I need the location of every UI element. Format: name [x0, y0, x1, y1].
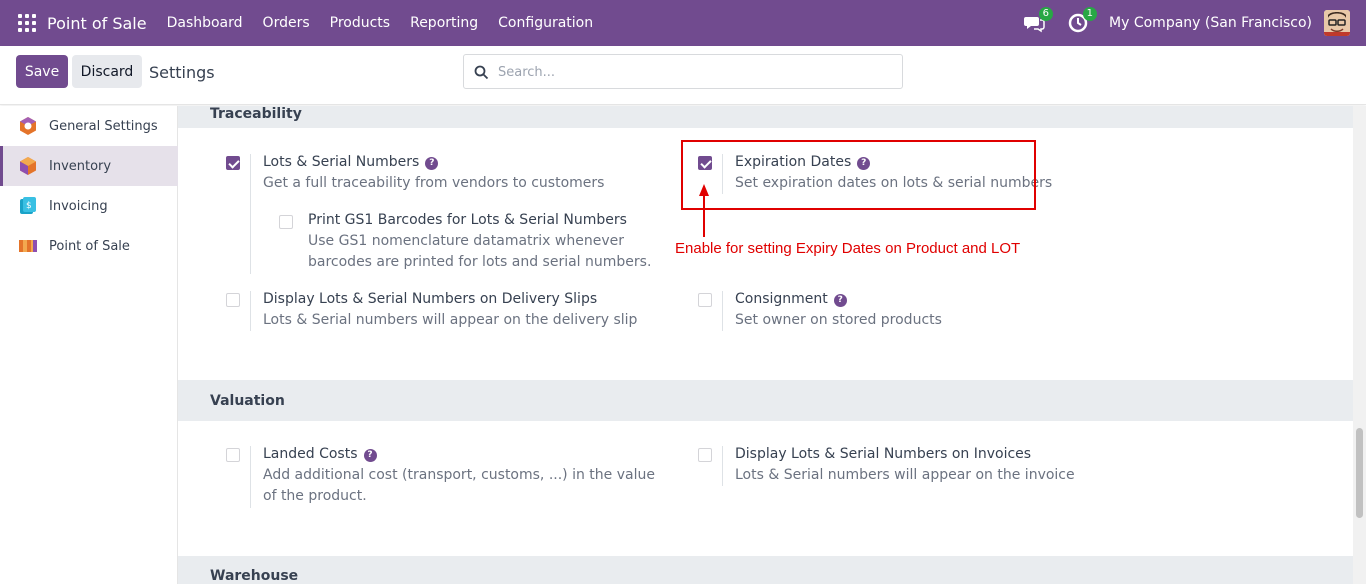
annotation-arrow-icon	[699, 184, 709, 237]
setting-description: Add additional cost (transport, customs,…	[263, 467, 655, 504]
menu-dashboard[interactable]: Dashboard	[157, 15, 253, 31]
consignment-checkbox[interactable]	[698, 293, 712, 307]
sidebar-item-inventory[interactable]: Inventory	[0, 146, 178, 186]
settings-sidebar: General Settings Inventory $ Invoicing P…	[0, 106, 178, 584]
gs1-checkbox[interactable]	[279, 215, 293, 229]
activities-badge: 1	[1082, 7, 1098, 21]
sidebar-item-invoicing[interactable]: $ Invoicing	[0, 186, 178, 226]
discard-button[interactable]: Discard	[72, 55, 142, 88]
menu-configuration[interactable]: Configuration	[488, 15, 603, 31]
top-navbar: Point of Sale Dashboard Orders Products …	[0, 0, 1366, 46]
setting-description: Get a full traceability from vendors to …	[263, 175, 605, 191]
breadcrumb: Settings	[149, 63, 215, 82]
sidebar-item-label: Point of Sale	[49, 238, 130, 254]
setting-title: Display Lots & Serial Numbers on Deliver…	[263, 291, 598, 307]
delivery-slips-checkbox[interactable]	[226, 293, 240, 307]
messages-button[interactable]: 6	[1023, 7, 1054, 34]
setting-description: Use GS1 nomenclature datamatrix whenever…	[308, 233, 652, 270]
app-title[interactable]: Point of Sale	[47, 14, 147, 33]
activities-button[interactable]: 1	[1067, 7, 1098, 34]
company-switcher[interactable]: My Company (San Francisco)	[1109, 15, 1312, 31]
general-settings-icon	[20, 117, 36, 135]
setting-title: Landed Costs?	[263, 446, 377, 462]
lots-serial-checkbox[interactable]	[226, 156, 240, 170]
inventory-icon	[20, 157, 36, 175]
setting-description: Lots & Serial numbers will appear on the…	[263, 312, 638, 328]
messages-badge: 6	[1038, 7, 1054, 21]
control-panel: Save Discard Settings	[0, 46, 1366, 105]
svg-text:$: $	[26, 201, 32, 211]
highlight-box	[681, 140, 1036, 210]
help-icon[interactable]: ?	[833, 294, 847, 307]
sidebar-item-label: Invoicing	[49, 198, 108, 214]
sidebar-item-point-of-sale[interactable]: Point of Sale	[0, 226, 178, 266]
sidebar-item-general-settings[interactable]: General Settings	[0, 106, 178, 146]
search-icon	[474, 65, 489, 80]
sidebar-item-label: Inventory	[49, 158, 112, 174]
landed-costs-checkbox[interactable]	[226, 448, 240, 462]
search-box	[463, 54, 903, 89]
setting-title: Display Lots & Serial Numbers on Invoice…	[735, 446, 1032, 462]
main-menu: Dashboard Orders Products Reporting Conf…	[157, 15, 604, 31]
sidebar-item-label: General Settings	[49, 118, 158, 134]
menu-reporting[interactable]: Reporting	[400, 15, 488, 31]
section-valuation: Valuation	[178, 380, 1353, 421]
invoices-lots-checkbox[interactable]	[698, 448, 712, 462]
help-icon[interactable]: ?	[363, 449, 377, 462]
setting-title: Consignment?	[735, 291, 847, 307]
section-warehouse: Warehouse	[178, 556, 1353, 584]
setting-title: Lots & Serial Numbers?	[263, 154, 439, 170]
scrollbar-thumb[interactable]	[1356, 428, 1363, 518]
help-icon[interactable]: ?	[425, 157, 439, 170]
menu-orders[interactable]: Orders	[253, 15, 320, 31]
save-button[interactable]: Save	[16, 55, 68, 88]
setting-description: Set owner on stored products	[735, 312, 942, 328]
annotation-text: Enable for setting Expiry Dates on Produ…	[675, 240, 1021, 257]
setting-title: Print GS1 Barcodes for Lots & Serial Num…	[308, 212, 627, 228]
point-of-sale-icon	[19, 240, 37, 252]
user-avatar[interactable]	[1324, 10, 1350, 36]
section-traceability: Traceability	[178, 106, 1353, 128]
invoicing-icon: $	[20, 197, 36, 214]
menu-products[interactable]: Products	[320, 15, 400, 31]
search-input[interactable]	[498, 61, 888, 83]
content-scrollbar[interactable]	[1353, 106, 1366, 584]
apps-menu-icon[interactable]	[18, 14, 36, 32]
setting-description: Lots & Serial numbers will appear on the…	[735, 467, 1075, 483]
